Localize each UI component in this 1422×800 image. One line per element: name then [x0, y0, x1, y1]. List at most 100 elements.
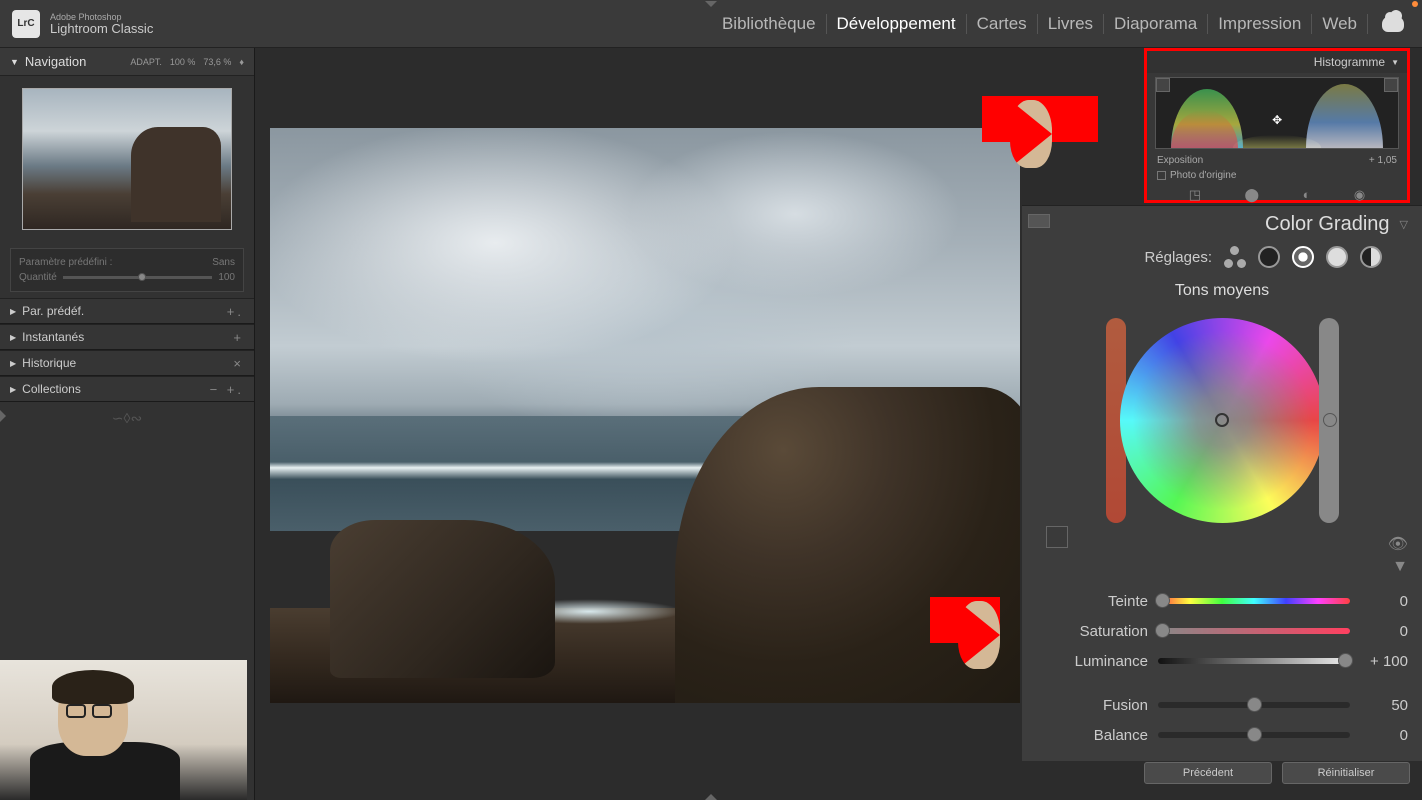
- redeye-tool-icon[interactable]: ◉: [1354, 187, 1365, 203]
- collapse-bottom-icon[interactable]: [705, 794, 717, 800]
- reset-button[interactable]: Réinitialiser: [1282, 762, 1410, 784]
- slider-balance: Balance 0: [1062, 720, 1408, 750]
- color-grading-panel: Color Grading ▽ Réglages: Tons moyens 👁 …: [1022, 205, 1422, 761]
- slider-luminance-value[interactable]: + 100: [1360, 653, 1408, 670]
- mode-3way-icon[interactable]: [1224, 246, 1246, 268]
- color-grading-sliders: Teinte 0 Saturation 0 Luminance + 100 Fu…: [1022, 580, 1422, 750]
- color-wheel-handle[interactable]: [1215, 413, 1229, 427]
- module-map[interactable]: Cartes: [967, 14, 1038, 34]
- nav-zoom-custom[interactable]: 73,6 %: [203, 57, 231, 67]
- slider-luminance: Luminance + 100: [1062, 646, 1408, 676]
- slider-saturation-track[interactable]: [1158, 628, 1350, 634]
- section-presets-label: Par. prédéf.: [22, 304, 84, 318]
- original-photo-checkbox[interactable]: [1157, 171, 1166, 180]
- histogram-cursor-icon: ✥: [1272, 113, 1282, 127]
- histogram-readout-label: Exposition: [1157, 155, 1203, 166]
- photo: [270, 128, 1020, 703]
- slider-fusion-track[interactable]: [1158, 702, 1350, 708]
- zone-title: Tons moyens: [1022, 278, 1422, 310]
- nav-zoom-100[interactable]: 100 %: [170, 57, 196, 67]
- section-collections-actions[interactable]: − +.: [210, 382, 244, 397]
- panel-switch-icon[interactable]: [1028, 214, 1050, 228]
- section-collections-label: Collections: [22, 382, 81, 396]
- histogram-readout-value: + 1,05: [1369, 155, 1397, 166]
- original-photo-label: Photo d'origine: [1170, 170, 1236, 181]
- slider-fusion-label: Fusion: [1062, 697, 1148, 714]
- mode-midtones-icon[interactable]: [1292, 246, 1314, 268]
- section-snapshots[interactable]: ▶Instantanés+: [0, 324, 254, 350]
- preview-eye-icon[interactable]: 👁: [1388, 534, 1408, 554]
- module-book[interactable]: Livres: [1038, 14, 1104, 34]
- section-history[interactable]: ▶Historique×: [0, 350, 254, 376]
- cloud-sync-icon[interactable]: [1382, 16, 1404, 32]
- annotation-arrow-luminance: [930, 597, 1000, 643]
- preset-qty-value: 100: [218, 272, 235, 283]
- crop-tool-icon[interactable]: ◳: [1189, 187, 1201, 203]
- previous-button[interactable]: Précédent: [1144, 762, 1272, 784]
- preset-label: Paramètre prédéfini :: [19, 257, 112, 268]
- disclosure-triangle-icon: ▼: [1391, 58, 1399, 67]
- navigator-title: Navigation: [25, 54, 86, 69]
- section-presets[interactable]: ▶Par. prédéf.+.: [0, 298, 254, 324]
- bottom-buttons: Précédent Réinitialiser: [1144, 762, 1410, 784]
- histogram-panel: Histogramme ▼ ✥ Exposition + 1,05 Photo …: [1144, 48, 1410, 203]
- color-wheel-row: [1022, 310, 1422, 530]
- mode-global-icon[interactable]: [1360, 246, 1382, 268]
- collapse-top-icon[interactable]: [705, 1, 717, 7]
- slider-fusion: Fusion 50: [1062, 690, 1408, 720]
- module-picker: Bibliothèque Développement Cartes Livres…: [712, 14, 1410, 34]
- section-snapshots-actions[interactable]: +: [233, 330, 244, 345]
- section-snapshots-label: Instantanés: [22, 330, 84, 344]
- section-collections[interactable]: ▶Collections− +.: [0, 376, 254, 402]
- slider-luminance-label: Luminance: [1062, 653, 1148, 670]
- histogram-graph[interactable]: ✥: [1155, 77, 1399, 149]
- slider-saturation: Saturation 0: [1062, 616, 1408, 646]
- slider-teinte-label: Teinte: [1062, 593, 1148, 610]
- color-wheel[interactable]: [1120, 318, 1325, 523]
- color-grading-header[interactable]: Color Grading ▽: [1022, 206, 1422, 242]
- window-control-dot: [1412, 1, 1418, 7]
- preset-qty-slider[interactable]: [63, 276, 213, 279]
- navigator-thumbnail: [22, 88, 232, 230]
- module-slideshow[interactable]: Diaporama: [1104, 14, 1208, 34]
- color-grading-mode-row: Réglages:: [1022, 242, 1422, 278]
- histogram-header[interactable]: Histogramme ▼: [1147, 51, 1407, 73]
- mode-highlights-icon[interactable]: [1326, 246, 1348, 268]
- preset-value: Sans: [212, 257, 235, 268]
- slider-balance-label: Balance: [1062, 727, 1148, 744]
- slider-fusion-value[interactable]: 50: [1360, 697, 1408, 714]
- navigator-header[interactable]: ▼ Navigation ADAPT. 100 % 73,6 % ♦: [0, 48, 254, 76]
- slider-saturation-value[interactable]: 0: [1360, 623, 1408, 640]
- color-swatch[interactable]: [1046, 526, 1068, 548]
- section-presets-actions[interactable]: +.: [227, 304, 244, 319]
- module-print[interactable]: Impression: [1208, 14, 1312, 34]
- slider-teinte-value[interactable]: 0: [1360, 593, 1408, 610]
- modes-label: Réglages:: [1144, 249, 1212, 266]
- nav-fit-mode[interactable]: ADAPT.: [130, 57, 162, 67]
- mask-tool-icon[interactable]: ◐: [1303, 187, 1311, 203]
- slider-balance-track[interactable]: [1158, 732, 1350, 738]
- slider-balance-value[interactable]: 0: [1360, 727, 1408, 744]
- expand-triangle-icon[interactable]: ▼: [1392, 558, 1408, 576]
- webcam-overlay: [0, 660, 247, 800]
- app-logo: LrC: [12, 10, 40, 38]
- module-develop[interactable]: Développement: [827, 14, 967, 34]
- panel-ornament: ∽◊∾: [0, 402, 254, 435]
- module-web[interactable]: Web: [1312, 14, 1368, 34]
- mode-shadows-icon[interactable]: [1258, 246, 1280, 268]
- slider-teinte-track[interactable]: [1158, 598, 1350, 604]
- slider-teinte: Teinte 0: [1062, 586, 1408, 616]
- nav-zoom-menu-icon[interactable]: ♦: [239, 57, 244, 67]
- color-grading-title: Color Grading: [1265, 213, 1390, 236]
- collapse-left-icon[interactable]: [0, 410, 6, 422]
- preset-qty-label: Quantité: [19, 272, 57, 283]
- module-library[interactable]: Bibliothèque: [712, 14, 827, 34]
- histogram-title: Histogramme: [1314, 55, 1385, 69]
- slider-luminance-track[interactable]: [1158, 658, 1350, 664]
- preset-amount-box: Paramètre prédéfini : Sans Quantité 100: [10, 248, 244, 292]
- section-history-actions[interactable]: ×: [233, 356, 244, 371]
- main-image-area[interactable]: [270, 128, 1020, 703]
- navigator-preview[interactable]: [0, 76, 254, 242]
- adjacent-wheel-right[interactable]: [1319, 318, 1339, 523]
- heal-tool-icon[interactable]: ⬤: [1245, 187, 1260, 203]
